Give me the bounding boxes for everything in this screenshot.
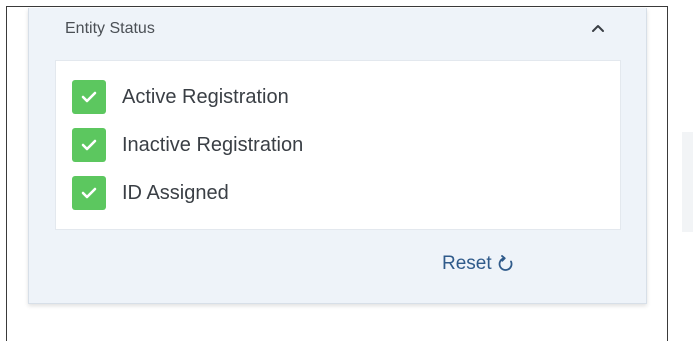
refresh-icon [498,255,513,271]
checkbox-active-registration[interactable] [72,80,106,114]
background-panel-edge [682,132,693,232]
checkbox-row-inactive-registration[interactable]: Inactive Registration [72,127,303,163]
checkbox-row-id-assigned[interactable]: ID Assigned [72,175,229,211]
checkmark-icon [81,91,97,103]
checkmark-icon [81,139,97,151]
checkbox-label: Active Registration [122,85,289,108]
checkbox-inactive-registration[interactable] [72,128,106,162]
checkbox-label: ID Assigned [122,181,229,204]
collapse-button[interactable] [588,18,608,38]
checkbox-list: Active Registration Inactive Registratio… [55,60,621,230]
entity-status-panel: Entity Status Active Registration Inacti… [28,8,647,304]
frame-top-border [6,6,668,7]
checkbox-id-assigned[interactable] [72,176,106,210]
reset-button[interactable]: Reset [442,250,516,278]
panel-title: Entity Status [65,20,155,37]
frame-left-border [6,6,7,341]
reset-label: Reset [442,253,492,274]
checkbox-row-active-registration[interactable]: Active Registration [72,79,289,115]
panel-header[interactable]: Entity Status [29,8,646,54]
frame-right-border [667,6,668,341]
checkmark-icon [81,187,97,199]
chevron-up-icon [592,25,604,32]
checkbox-label: Inactive Registration [122,133,304,156]
